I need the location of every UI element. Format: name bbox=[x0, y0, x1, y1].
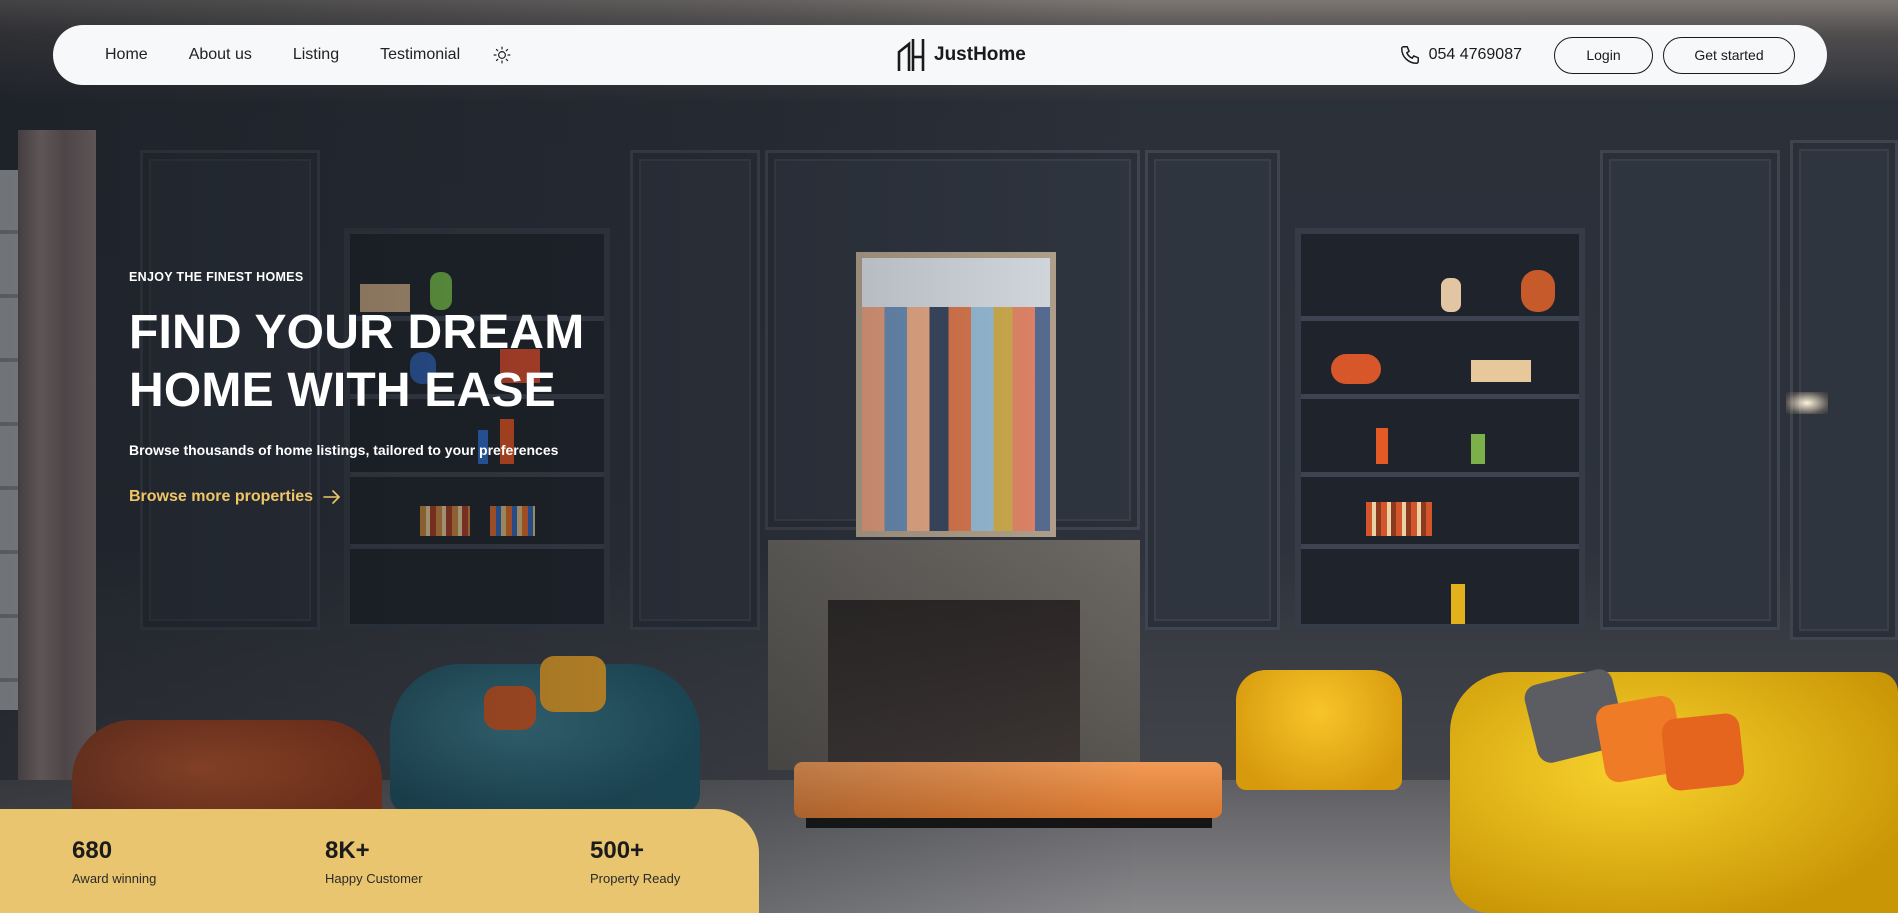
browse-properties-link[interactable]: Browse more properties bbox=[129, 488, 341, 506]
nav-link-testimonial[interactable]: Testimonial bbox=[380, 46, 460, 64]
arrow-right-icon bbox=[323, 490, 340, 504]
nav-links: Home About us Listing Testimonial bbox=[105, 25, 513, 85]
stat-award-winning: 680 Award winning bbox=[72, 837, 156, 886]
browse-properties-label: Browse more properties bbox=[129, 488, 314, 505]
stat-label: Award winning bbox=[72, 871, 157, 886]
stat-value: 8K+ bbox=[325, 837, 370, 864]
brand[interactable]: JustHome bbox=[897, 25, 1026, 85]
phone-icon bbox=[1400, 46, 1419, 64]
stats-panel: 680 Award winning 8K+ Happy Customer 500… bbox=[0, 809, 759, 913]
stat-value: 680 bbox=[72, 837, 113, 864]
login-button[interactable]: Login bbox=[1554, 36, 1653, 74]
hero-title: FIND YOUR DREAM HOME WITH EASE bbox=[129, 306, 585, 417]
nav-actions: 054 4769087 Login Get started bbox=[1399, 25, 1795, 85]
nav-link-about-us[interactable]: About us bbox=[189, 46, 252, 64]
stat-label: Property Ready bbox=[590, 871, 681, 886]
stat-label: Happy Customer bbox=[325, 871, 423, 886]
brand-name: JustHome bbox=[934, 44, 1026, 65]
stat-value: 500+ bbox=[590, 837, 645, 864]
hero-content: ENJOY THE FINEST HOMES FIND YOUR DREAM H… bbox=[129, 270, 829, 506]
sun-icon[interactable] bbox=[491, 44, 513, 66]
hero-subtitle: Browse thousands of home listings, tailo… bbox=[129, 442, 559, 458]
navbar: Home About us Listing Testimonial JustHo… bbox=[53, 25, 1827, 85]
brand-logo-icon bbox=[897, 39, 925, 71]
hero-eyebrow: ENJOY THE FINEST HOMES bbox=[129, 270, 304, 284]
nav-link-home[interactable]: Home bbox=[105, 46, 148, 64]
nav-link-listing[interactable]: Listing bbox=[293, 46, 339, 64]
get-started-button[interactable]: Get started bbox=[1663, 36, 1795, 74]
stat-property-ready: 500+ Property Ready bbox=[590, 837, 680, 886]
phone-number: 054 4769087 bbox=[1428, 46, 1522, 63]
phone-contact[interactable]: 054 4769087 bbox=[1399, 44, 1522, 66]
stat-happy-customer: 8K+ Happy Customer bbox=[325, 837, 423, 886]
